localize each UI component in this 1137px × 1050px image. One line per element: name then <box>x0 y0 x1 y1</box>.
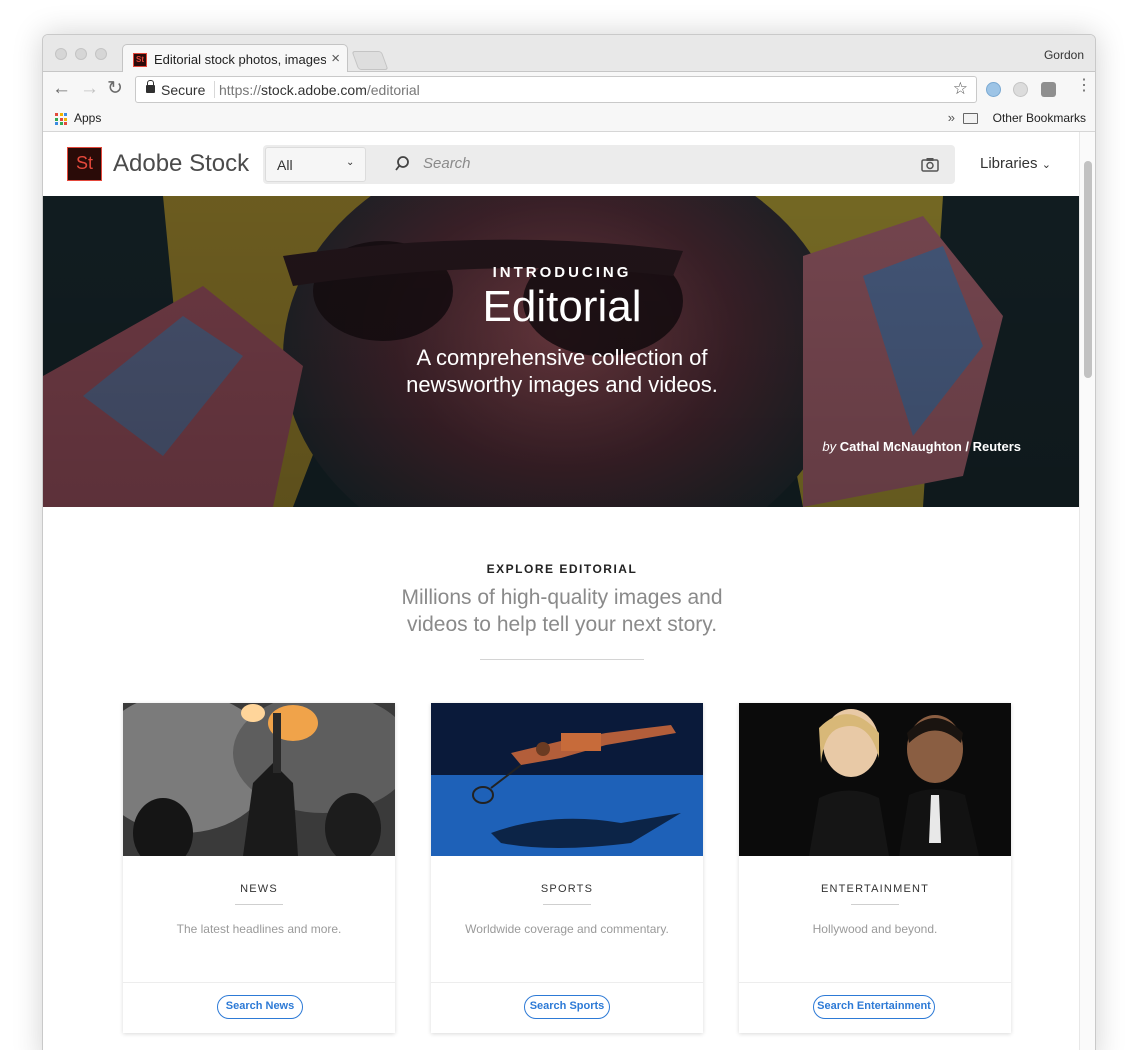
entertainment-image <box>739 703 1011 856</box>
lock-icon <box>146 80 155 93</box>
new-tab-button[interactable] <box>351 51 389 70</box>
card-divider <box>235 904 283 905</box>
tab-title: Editorial stock photos, images <box>154 52 326 67</box>
card-divider <box>851 904 899 905</box>
zoom-window-button[interactable] <box>95 48 107 60</box>
hero-subtitle: A comprehensive collection of newsworthy… <box>406 345 718 397</box>
forward-icon[interactable]: → <box>80 78 99 100</box>
extension-globe-icon[interactable] <box>986 82 1001 97</box>
browser-toolbar: ← → ↻ Secure https://stock.adobe.com/edi… <box>43 72 1095 106</box>
extension-link-icon[interactable] <box>1013 82 1028 97</box>
site-header: St Adobe Stock All ⌄ Search Libraries ⌄ <box>43 132 1081 196</box>
close-window-button[interactable] <box>55 48 67 60</box>
profile-name[interactable]: Gordon <box>1044 48 1084 62</box>
url-text[interactable]: https://stock.adobe.com/editorial <box>219 82 420 98</box>
news-image <box>123 703 395 856</box>
explore-subtitle: Millions of high-quality images and vide… <box>401 586 723 636</box>
bookmarks-overflow-icon[interactable]: » <box>948 110 955 125</box>
minimize-window-button[interactable] <box>75 48 87 60</box>
libraries-label: Libraries <box>980 155 1038 172</box>
apps-bookmark[interactable]: Apps <box>74 111 101 125</box>
libraries-menu[interactable]: Libraries ⌄ <box>980 155 1051 172</box>
card-title: ENTERTAINMENT <box>820 883 930 895</box>
search-scope-value: All <box>277 157 293 173</box>
secure-label: Secure <box>161 82 206 98</box>
hero-banner: INTRODUCING Editorial A comprehensive co… <box>43 196 1081 507</box>
url-scheme: https:// <box>219 82 262 98</box>
card-divider <box>543 904 591 905</box>
card-description: Hollywood and beyond. <box>812 922 938 936</box>
search-scope-dropdown[interactable]: All ⌄ <box>265 147 366 182</box>
search-entertainment-button[interactable]: Search Entertainment <box>813 995 935 1019</box>
credit-by: by <box>822 439 837 454</box>
search-bar: All ⌄ Search <box>263 145 955 184</box>
card-description: The latest headlines and more. <box>176 922 342 936</box>
browser-window: St Editorial stock photos, images × Gord… <box>42 34 1096 1050</box>
scrollbar-thumb[interactable] <box>1084 161 1092 378</box>
address-bar[interactable]: Secure https://stock.adobe.com/editorial… <box>135 76 977 103</box>
card-title: NEWS <box>240 883 278 895</box>
folder-icon <box>963 113 978 124</box>
category-card-sports: SPORTS Worldwide coverage and commentary… <box>431 703 703 1033</box>
sports-image <box>431 703 703 856</box>
card-title: SPORTS <box>540 883 594 895</box>
address-divider <box>214 81 215 98</box>
browser-tab[interactable]: St Editorial stock photos, images × <box>122 44 348 73</box>
url-path: /editorial <box>366 82 420 98</box>
chevron-down-icon: ⌄ <box>1041 159 1051 171</box>
search-icon <box>395 156 409 171</box>
bookmarks-bar: Apps » Other Bookmarks <box>43 106 1095 132</box>
brand-name[interactable]: Adobe Stock <box>113 150 249 178</box>
page-viewport: St Adobe Stock All ⌄ Search Libraries ⌄ … <box>43 132 1081 1050</box>
apps-grid-icon[interactable] <box>55 113 67 125</box>
category-card-entertainment: ENTERTAINMENT Hollywood and beyond. Sear… <box>739 703 1011 1033</box>
reload-icon[interactable]: ↻ <box>107 78 123 100</box>
other-bookmarks[interactable]: Other Bookmarks <box>993 111 1086 125</box>
card-footer-divider <box>739 982 1011 983</box>
explore-divider <box>480 659 644 660</box>
category-card-news: NEWS The latest headlines and more. Sear… <box>123 703 395 1033</box>
card-footer-divider <box>431 982 703 983</box>
adobe-stock-logo[interactable]: St <box>67 147 102 181</box>
camera-icon[interactable] <box>921 157 939 172</box>
search-input[interactable]: Search <box>423 155 471 172</box>
page-scrollbar[interactable] <box>1079 132 1095 1050</box>
browser-menu-icon[interactable]: ⋮ <box>1076 78 1092 94</box>
credit-name: Cathal McNaughton / Reuters <box>839 439 1021 454</box>
hero-credit[interactable]: by Cathal McNaughton / Reuters <box>822 439 1021 454</box>
adobe-stock-favicon-icon: St <box>133 53 147 67</box>
search-news-button[interactable]: Search News <box>217 995 303 1019</box>
url-host: stock.adobe.com <box>261 82 367 98</box>
tab-close-icon[interactable]: × <box>331 50 340 67</box>
tab-strip: St Editorial stock photos, images × Gord… <box>43 35 1095 73</box>
extension-note-icon[interactable] <box>1041 82 1056 97</box>
star-icon[interactable]: ☆ <box>953 79 968 99</box>
explore-kicker: EXPLORE EDITORIAL <box>486 562 638 576</box>
chevron-down-icon: ⌄ <box>346 157 355 168</box>
hero-kicker: INTRODUCING <box>492 264 632 281</box>
card-description: Worldwide coverage and commentary. <box>465 922 669 936</box>
search-sports-button[interactable]: Search Sports <box>524 995 610 1019</box>
hero-title: Editorial <box>482 282 642 331</box>
back-icon[interactable]: ← <box>52 78 71 100</box>
card-footer-divider <box>123 982 395 983</box>
